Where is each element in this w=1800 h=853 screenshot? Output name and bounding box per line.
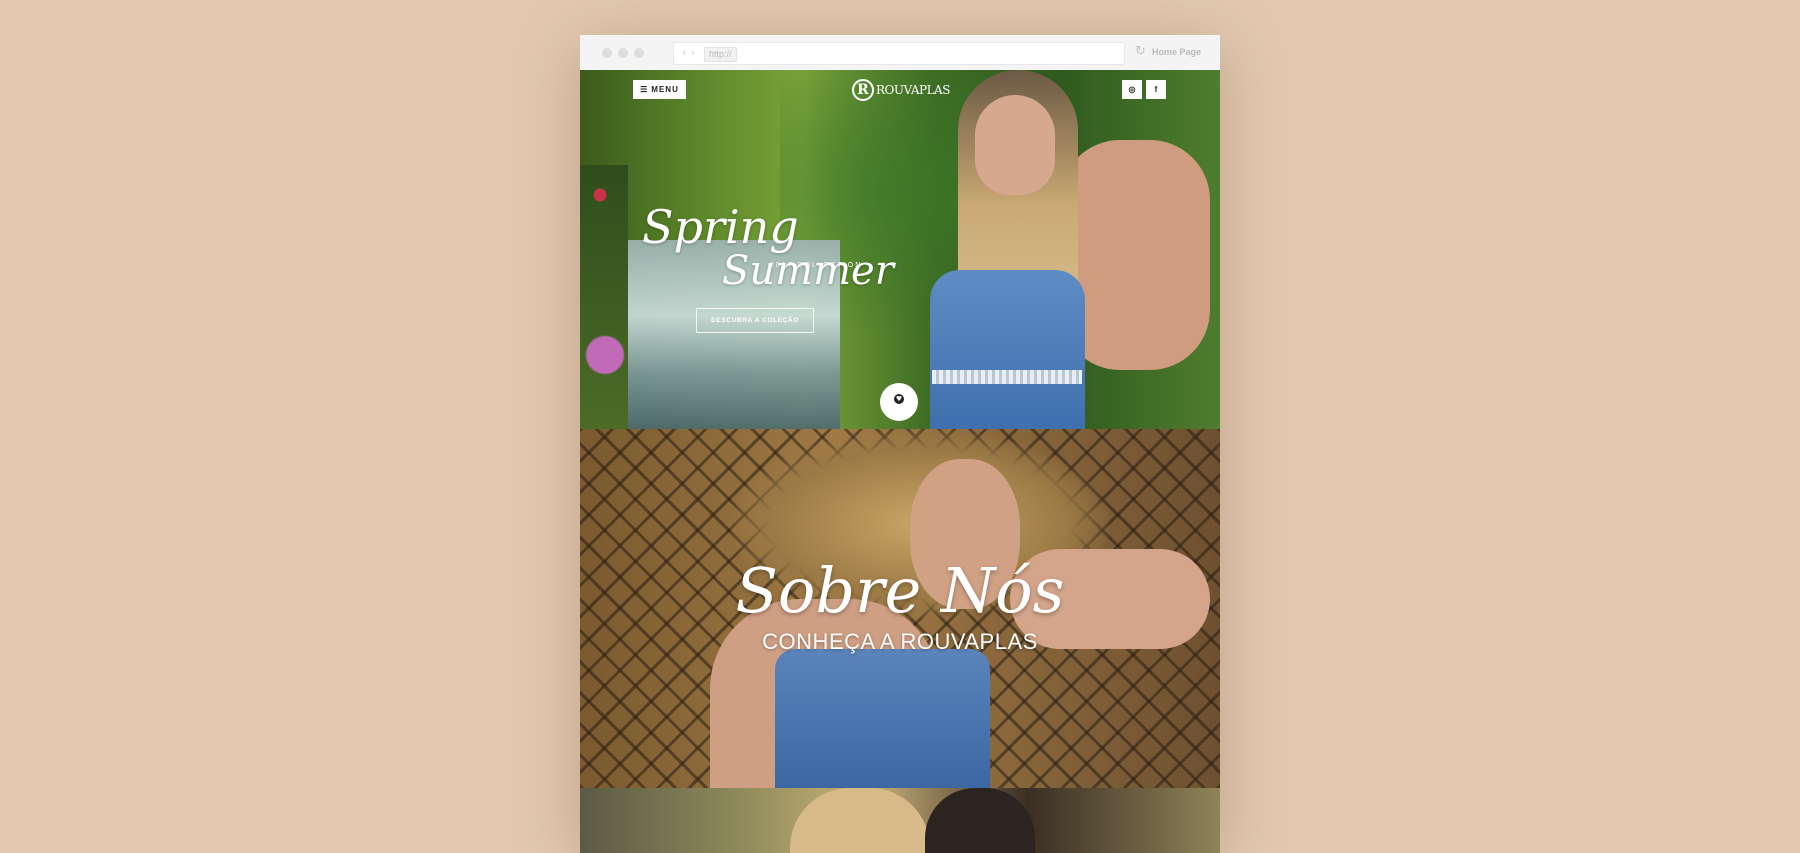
facebook-icon: f: [1154, 85, 1158, 94]
reload-icon[interactable]: ↻: [1135, 44, 1146, 59]
menu-label: MENU: [651, 85, 679, 94]
window-close-dot[interactable]: [602, 48, 612, 58]
menu-button[interactable]: ☰ MENU: [633, 80, 686, 99]
dress-lace-detail: [932, 370, 1082, 384]
badge-fine-print: [899, 406, 900, 410]
about-section: Sobre Nós CONHEÇA A ROUVAPLAS: [580, 429, 1220, 788]
instagram-icon: ◎: [1128, 85, 1136, 94]
hero-title-spring: Spring: [642, 200, 799, 254]
man-head-image: [925, 788, 1035, 853]
window-minimize-dot[interactable]: [618, 48, 628, 58]
model-face-image: [975, 95, 1055, 195]
address-bar[interactable]: ‹ › http://: [673, 42, 1125, 65]
logo-text: ROUVAPLAS: [876, 83, 950, 97]
woman-head-image: [790, 788, 930, 853]
flowers-image: [580, 165, 628, 429]
facebook-button[interactable]: f: [1146, 80, 1166, 99]
hero-title-summer: Summer: [722, 248, 894, 294]
hamburger-icon: ☰: [640, 85, 649, 94]
chevron-right-icon[interactable]: ›: [691, 46, 695, 59]
brand-badge[interactable]: ♥: [880, 383, 918, 421]
window-maximize-dot[interactable]: [634, 48, 644, 58]
logo-mark: R: [852, 79, 874, 101]
discover-collection-button[interactable]: DESCUBRA A COLEÇÃO: [696, 308, 814, 333]
brand-logo[interactable]: R ROUVAPLAS: [852, 78, 950, 102]
browser-window: ‹ › http:// ↻ Home Page ☰ MENU R ROUVAPL…: [580, 35, 1220, 853]
url-text[interactable]: http://: [704, 47, 737, 62]
model-top-image: [775, 649, 990, 788]
hero-section: ☰ MENU R ROUVAPLAS ◎ f Spring 2017 COLLE…: [580, 70, 1220, 429]
home-page-link[interactable]: Home Page: [1152, 47, 1201, 57]
about-subtitle[interactable]: CONHEÇA A ROUVAPLAS: [580, 629, 1220, 655]
heart-icon: ♥: [894, 394, 904, 404]
chevron-left-icon[interactable]: ‹: [682, 46, 686, 59]
browser-toolbar: ‹ › http:// ↻ Home Page: [580, 35, 1220, 71]
instagram-button[interactable]: ◎: [1122, 80, 1142, 99]
about-title: Sobre Nós: [735, 554, 1065, 627]
couple-section: [580, 788, 1220, 853]
model-dress-image: [930, 270, 1085, 429]
